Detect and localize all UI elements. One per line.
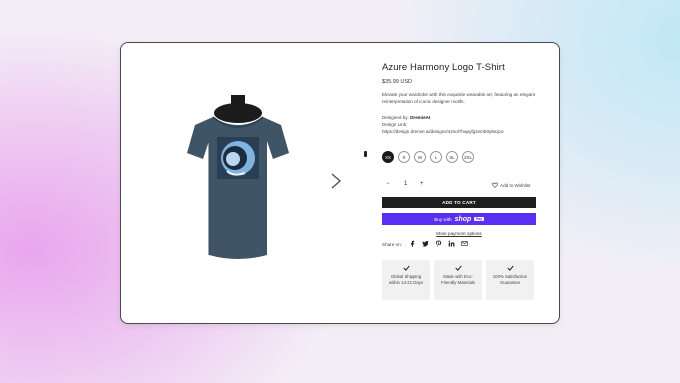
quantity-decrease-button[interactable]: − xyxy=(386,181,390,187)
wishlist-label: Add to Wishlist xyxy=(500,182,531,188)
check-icon xyxy=(506,265,514,271)
designer-name: DremieAI xyxy=(410,115,431,120)
pinterest-icon[interactable] xyxy=(435,240,442,247)
shop-brand-logo: shop xyxy=(454,215,472,223)
badge-text: Made with Eco-Friendly Materials xyxy=(441,274,475,285)
size-option-2xl[interactable]: 2XL xyxy=(462,151,474,163)
tshirt-product-image[interactable] xyxy=(183,95,293,265)
size-option-l[interactable]: L xyxy=(430,151,442,163)
trust-badges: Global Shipping within 14-21 Days Made w… xyxy=(382,260,534,300)
heart-icon xyxy=(492,182,498,188)
thumbnail-indicator[interactable] xyxy=(364,151,367,157)
facebook-icon[interactable] xyxy=(409,240,416,247)
more-payment-options-link[interactable]: More payment options xyxy=(382,231,536,236)
quantity-value[interactable]: 1 xyxy=(404,181,407,187)
buy-with-shop-pay-button[interactable]: Buy with shop Pay xyxy=(382,213,536,225)
size-option-xl[interactable]: XL xyxy=(446,151,458,163)
designed-by-label: Designed by: xyxy=(382,115,409,120)
buy-with-label: Buy with xyxy=(434,216,452,222)
share-icons xyxy=(409,240,468,247)
next-image-chevron-icon[interactable] xyxy=(329,171,343,191)
quantity-increase-button[interactable]: + xyxy=(420,181,424,187)
share-label: Share on: xyxy=(382,242,402,247)
design-link-label: Design Link: xyxy=(382,122,408,127)
size-selector: XS S M L XL 2XL xyxy=(382,151,474,163)
check-icon xyxy=(402,265,410,271)
badge-text: 100% Satisfaction Guarantee xyxy=(492,274,528,285)
badge-satisfaction: 100% Satisfaction Guarantee xyxy=(486,260,534,300)
add-to-wishlist-link[interactable]: Add to Wishlist xyxy=(492,182,530,188)
linkedin-icon[interactable] xyxy=(448,240,455,247)
badge-text: Global Shipping within 14-21 Days xyxy=(388,274,424,285)
size-option-xs[interactable]: XS xyxy=(382,151,394,163)
badge-eco-friendly: Made with Eco-Friendly Materials xyxy=(434,260,482,300)
product-price: $35.99 USD xyxy=(382,79,412,85)
check-icon xyxy=(454,265,462,271)
size-option-s[interactable]: S xyxy=(398,151,410,163)
add-to-cart-button[interactable]: ADD TO CART xyxy=(382,197,536,208)
size-option-m[interactable]: M xyxy=(414,151,426,163)
design-link-url[interactable]: https://design.dremie.ai/designs/42sol7h… xyxy=(382,129,504,134)
badge-global-shipping: Global Shipping within 14-21 Days xyxy=(382,260,430,300)
product-card: Azure Harmony Logo T-Shirt $35.99 USD El… xyxy=(120,42,560,324)
twitter-icon[interactable] xyxy=(422,240,429,247)
designed-by: Designed by: DremieAI xyxy=(382,115,430,120)
product-description: Elevate your wardrobe with this exquisit… xyxy=(382,92,535,104)
pay-badge: Pay xyxy=(474,217,484,221)
product-title: Azure Harmony Logo T-Shirt xyxy=(382,62,505,73)
email-icon[interactable] xyxy=(461,240,468,247)
